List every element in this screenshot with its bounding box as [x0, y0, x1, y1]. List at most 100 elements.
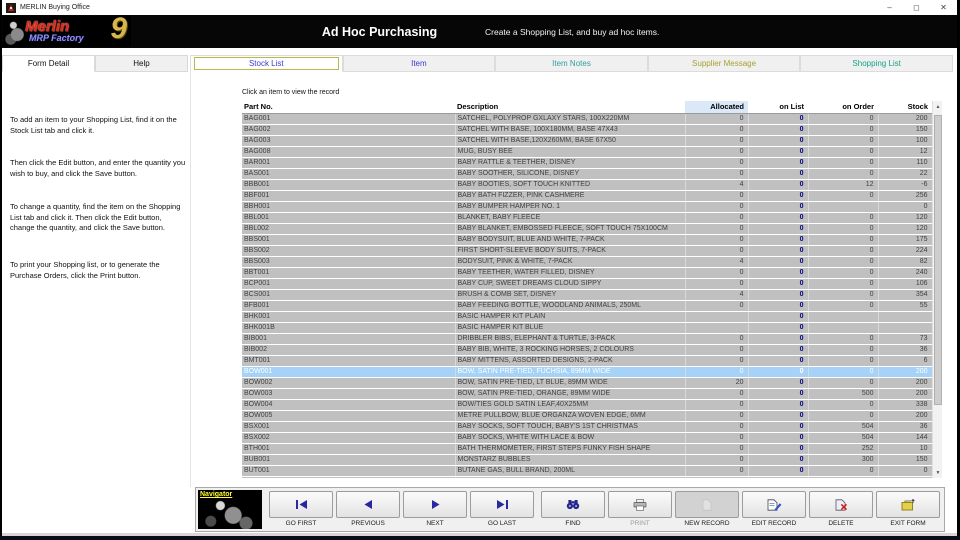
cell-description: BABY BOOTIES, SOFT TOUCH KNITTED — [455, 179, 685, 190]
tab-supplier-message[interactable]: Supplier Message — [648, 55, 801, 72]
table-row[interactable]: BAG001SATCHEL, POLYPROP GXLAXY STARS, 10… — [242, 113, 932, 124]
delete-button[interactable]: DELETE — [809, 491, 873, 527]
table-row[interactable]: BCP001BABY CUP, SWEET DREAMS CLOUD SIPPY… — [242, 278, 932, 289]
table-row[interactable]: BBS001BABY BODYSUIT, BLUE AND WHITE, 7-P… — [242, 234, 932, 245]
cell-value: 0 — [808, 366, 878, 377]
cell-value: 200 — [878, 388, 932, 399]
find-button[interactable]: FIND — [541, 491, 605, 527]
scroll-down-icon[interactable]: ▼ — [933, 467, 942, 478]
cell-part-no: BAR001 — [242, 157, 455, 168]
table-row[interactable]: BUB001MONSTARZ BUBBLES00300150 — [242, 454, 932, 465]
go-last-button[interactable]: GO LAST — [470, 491, 534, 527]
go-first-button[interactable]: GO FIRST — [269, 491, 333, 527]
cell-value: 0 — [808, 113, 878, 124]
column-header-on-order[interactable]: on Order — [808, 101, 878, 113]
table-row[interactable]: BOW005METRE PULLBOW, BLUE ORGANZA WOVEN … — [242, 410, 932, 421]
cell-value: 0 — [685, 168, 748, 179]
table-row[interactable]: BCS001BRUSH & COMB SET, DISNEY400354 — [242, 289, 932, 300]
cell-value: 0 — [685, 135, 748, 146]
table-row[interactable]: BOW004BOW/TIES GOLD SATIN LEAF,40X25MM00… — [242, 399, 932, 410]
cell-value: 0 — [685, 465, 748, 476]
cell-value: 0 — [878, 201, 932, 212]
close-button[interactable]: ✕ — [930, 0, 957, 15]
tab-item[interactable]: Item — [343, 55, 496, 72]
cell-value: 500 — [808, 388, 878, 399]
table-row[interactable]: BIB001DRIBBLER BIBS, ELEPHANT & TURTLE, … — [242, 333, 932, 344]
table-row[interactable]: BSX002BABY SOCKS, WHITE WITH LACE & BOW0… — [242, 432, 932, 443]
table-row[interactable]: BAG002SATCHEL WITH BASE, 100X180MM, BASE… — [242, 124, 932, 135]
edit-record-button[interactable]: EDIT RECORD — [742, 491, 806, 527]
cell-value: 4 — [685, 179, 748, 190]
column-header-description[interactable]: Description — [455, 101, 685, 113]
cell-value: 0 — [748, 278, 808, 289]
cell-value — [878, 311, 932, 322]
column-header-part-no-[interactable]: Part No. — [242, 101, 455, 113]
maximize-button[interactable]: ◻ — [903, 0, 930, 15]
table-row[interactable]: BAS001BABY SOOTHER, SILICONE, DISNEY0002… — [242, 168, 932, 179]
cell-value: 0 — [685, 388, 748, 399]
cell-value: 0 — [748, 377, 808, 388]
tab-stock-list[interactable]: Stock List — [190, 55, 343, 72]
next-button[interactable]: NEXT — [403, 491, 467, 527]
table-row[interactable]: BOW003BOW, SATIN PRE-TIED, ORANGE, 89MM … — [242, 388, 932, 399]
cell-value: 0 — [685, 113, 748, 124]
table-row[interactable]: BBL002BABY BLANKET, EMBOSSED FLEECE, SOF… — [242, 223, 932, 234]
table-row[interactable]: BBB001BABY BOOTIES, SOFT TOUCH KNITTED40… — [242, 179, 932, 190]
column-header-stock[interactable]: Stock — [878, 101, 932, 113]
table-row[interactable]: BBF001BABY BATH FIZZER, PINK CASHMERE000… — [242, 190, 932, 201]
scroll-up-icon[interactable]: ▲ — [933, 101, 942, 112]
cell-description: MONSTARZ BUBBLES — [455, 454, 685, 465]
table-row[interactable]: BBS002FIRST SHORT-SLEEVE BODY SUITS, 7-P… — [242, 245, 932, 256]
table-row[interactable]: BBH001BABY BUMPER HAMPER NO. 1000 — [242, 201, 932, 212]
cell-value: 0 — [685, 267, 748, 278]
exit-form-button[interactable]: EXIT FORM — [876, 491, 940, 527]
table-row[interactable]: BBL001BLANKET, BABY FLEECE000120 — [242, 212, 932, 223]
table-row-selected[interactable]: BOW001BOW, SATIN PRE-TIED, FUCHSIA, 89MM… — [242, 366, 932, 377]
cell-part-no: BBT001 — [242, 267, 455, 278]
table-row[interactable]: BBT001BABY TEETHER, WATER FILLED, DISNEY… — [242, 267, 932, 278]
table-row[interactable]: BAR001BABY RATTLE & TEETHER, DISNEY00011… — [242, 157, 932, 168]
cell-value: 240 — [878, 267, 932, 278]
tab-form-detail[interactable]: Form Detail — [2, 55, 95, 72]
cell-part-no: BOW003 — [242, 388, 455, 399]
table-row[interactable]: BTH001BATH THERMOMETER, FIRST STEPS FUNK… — [242, 443, 932, 454]
table-row[interactable]: BAG008MUG, BUSY BEE00012 — [242, 146, 932, 157]
cell-part-no: BBS003 — [242, 256, 455, 267]
table-row[interactable]: BIB002BABY BIB, WHITE, 3 ROCKING HORSES,… — [242, 344, 932, 355]
table-row[interactable]: BSX001BABY SOCKS, SOFT TOUCH, BABY'S 1ST… — [242, 421, 932, 432]
button-label: GO FIRST — [269, 520, 333, 527]
table-row[interactable]: BHK001BASIC HAMPER KIT PLAIN0 — [242, 311, 932, 322]
column-header-on-list[interactable]: on List — [748, 101, 808, 113]
tab-help[interactable]: Help — [95, 55, 188, 72]
cell-description: BUTANE GAS, BULL BRAND, 200ML — [455, 465, 685, 476]
table-row[interactable]: BWL001FISH PET BOWL00024 — [242, 476, 932, 478]
button-label: EXIT FORM — [876, 520, 940, 527]
table-row[interactable]: BBS003BODYSUIT, PINK & WHITE, 7-PACK4008… — [242, 256, 932, 267]
column-header-allocated[interactable]: Allocated — [685, 101, 748, 113]
cell-value: 0 — [748, 267, 808, 278]
cell-part-no: BBL002 — [242, 223, 455, 234]
cell-value: 82 — [878, 256, 932, 267]
table-row[interactable]: BHK001BBASIC HAMPER KIT BLUE0 — [242, 322, 932, 333]
cell-value: 120 — [878, 223, 932, 234]
table-row[interactable]: BOW002BOW, SATIN PRE-TIED, LT BLUE, 89MM… — [242, 377, 932, 388]
table-row[interactable]: BFB001BABY FEEDING BOTTLE, WOODLAND ANIM… — [242, 300, 932, 311]
tab-shopping-list[interactable]: Shopping List — [800, 55, 953, 72]
cell-value — [685, 322, 748, 333]
cell-part-no: BSX002 — [242, 432, 455, 443]
cell-value: 0 — [685, 201, 748, 212]
cell-value: 150 — [878, 454, 932, 465]
previous-button[interactable]: PREVIOUS — [336, 491, 400, 527]
vertical-scrollbar[interactable]: ▲ ▼ — [932, 101, 942, 478]
cell-part-no: BMT001 — [242, 355, 455, 366]
cell-description: BABY SOOTHER, SILICONE, DISNEY — [455, 168, 685, 179]
table-row[interactable]: BMT001BABY MITTENS, ASSORTED DESIGNS, 2-… — [242, 355, 932, 366]
cell-value: 0 — [685, 476, 748, 478]
app-window: MERLIN Buying Office – ◻ ✕ Merlin MRP Fa… — [2, 0, 957, 534]
tab-item-notes[interactable]: Item Notes — [495, 55, 648, 72]
scrollbar-thumb[interactable] — [934, 115, 942, 405]
cell-value: 0 — [808, 245, 878, 256]
minimize-button[interactable]: – — [876, 0, 903, 15]
table-row[interactable]: BUT001BUTANE GAS, BULL BRAND, 200ML0000 — [242, 465, 932, 476]
table-row[interactable]: BAG003SATCHEL WITH BASE,120X260MM, BASE … — [242, 135, 932, 146]
